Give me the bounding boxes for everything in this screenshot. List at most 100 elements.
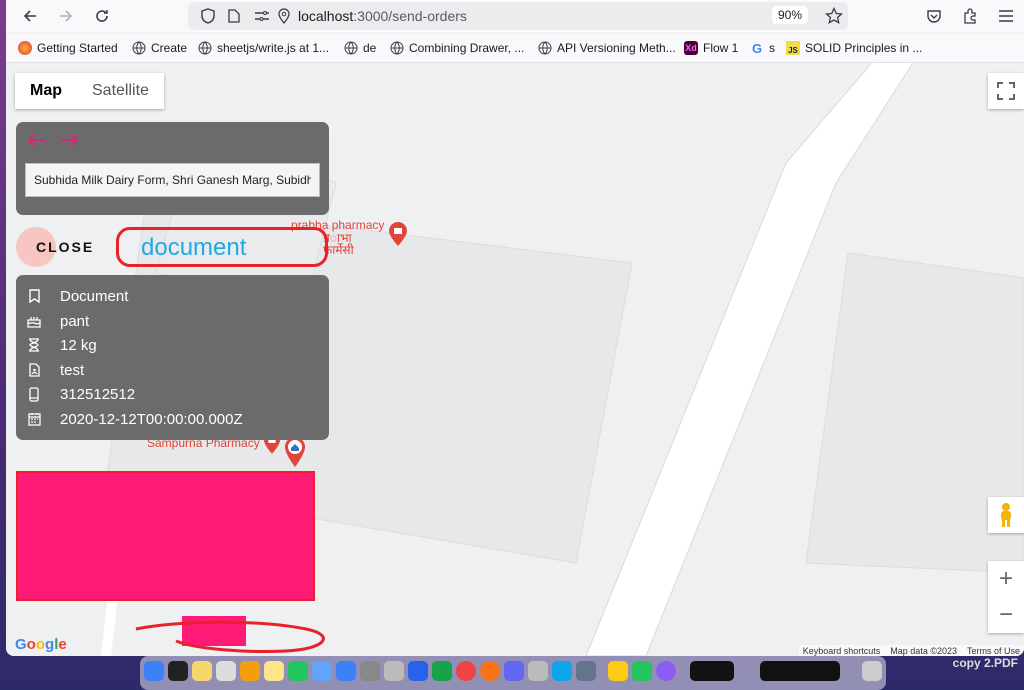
terminal-icon[interactable] (168, 661, 188, 681)
sequel-icon[interactable] (552, 661, 572, 681)
order-details-panel: Document pant 12 kg test 312512512 2020-… (16, 275, 329, 440)
file-icon (26, 361, 42, 379)
pharmacy-pin-icon[interactable] (388, 221, 408, 252)
permissions-icon[interactable] (250, 4, 274, 28)
keyboard-shortcuts-link[interactable]: Keyboard shortcuts (803, 646, 881, 656)
bookmark-item[interactable]: Create (132, 41, 187, 55)
map-canvas[interactable]: Map Satellite prabha pharmacy प्र◌ाभा फा… (6, 63, 1024, 656)
settings-icon[interactable] (360, 661, 380, 681)
viber-icon[interactable] (656, 661, 676, 681)
globe-icon (538, 41, 552, 55)
zoom-out-button[interactable]: − (988, 597, 1024, 633)
keynote-icon[interactable] (312, 661, 332, 681)
firefox-icon (18, 41, 32, 55)
browser-window: localhost:3000/send-orders 90% Getting S… (6, 0, 1024, 656)
bookmarks-bar: Getting Started Create sheetjs/write.js … (6, 34, 1024, 63)
photos-icon[interactable] (240, 661, 260, 681)
messages-icon[interactable] (432, 661, 452, 681)
extensions-icon[interactable] (958, 4, 982, 28)
map-type-toggle: Map Satellite (15, 73, 164, 109)
zoom-in-button[interactable]: + (988, 561, 1024, 597)
firefox-dock-icon[interactable] (480, 661, 500, 681)
globe-icon (344, 41, 358, 55)
bookmark-item[interactable]: JS SOLID Principles in ... (786, 41, 922, 55)
trash-icon[interactable] (862, 661, 882, 681)
bookmark-label: API Versioning Meth... (557, 41, 676, 55)
bookmark-label: SOLID Principles in ... (805, 41, 923, 55)
fullscreen-button[interactable] (988, 73, 1024, 109)
pegman-button[interactable] (988, 497, 1024, 533)
bookmark-label: Getting Started (37, 41, 118, 55)
detail-text: test (60, 361, 85, 379)
simulator-icon[interactable] (576, 661, 596, 681)
macos-dock (140, 656, 886, 690)
reload-icon[interactable] (90, 4, 114, 28)
vscode-icon[interactable] (408, 661, 428, 681)
url-text[interactable]: localhost:3000/send-orders (298, 8, 467, 24)
bookmark-item[interactable]: Getting Started (18, 41, 118, 55)
detail-text: 312512512 (60, 385, 136, 403)
home-pin-icon[interactable] (284, 436, 306, 473)
map-type-map-button[interactable]: Map (15, 73, 77, 109)
annotation-text: document (141, 234, 247, 261)
teams-icon[interactable] (504, 661, 524, 681)
url-path: :3000/send-orders (353, 8, 467, 24)
reminders-icon[interactable] (216, 661, 236, 681)
app-store-icon[interactable] (336, 661, 356, 681)
star-icon[interactable] (822, 4, 846, 28)
pocket-icon[interactable] (922, 4, 946, 28)
detail-text: pant (60, 312, 90, 330)
shield-icon[interactable] (196, 4, 220, 28)
menu-icon[interactable] (994, 4, 1018, 28)
window-thumbnail[interactable] (690, 661, 734, 681)
globe-icon (198, 41, 212, 55)
address-input[interactable] (25, 163, 320, 197)
annotation-scribble (135, 620, 325, 654)
google-icon: G (751, 40, 763, 56)
help-icon[interactable] (384, 661, 404, 681)
arrow-left-icon[interactable] (27, 130, 46, 153)
numbers-icon[interactable] (288, 661, 308, 681)
location-icon[interactable] (272, 4, 296, 28)
desktop-file-label[interactable]: copy 2.PDF (953, 656, 1018, 670)
bookmark-item[interactable]: Combining Drawer, ... (390, 41, 524, 55)
finder-icon[interactable] (144, 661, 164, 681)
map-type-satellite-button[interactable]: Satellite (77, 73, 164, 109)
detail-text: 12 kg (60, 336, 97, 354)
bookmark-label: sheetjs/write.js at 1... (217, 41, 330, 55)
detail-row-note: test (26, 359, 84, 381)
window-thumbnail[interactable] (760, 661, 840, 681)
forward-icon[interactable] (54, 4, 78, 28)
hourglass-icon (26, 336, 42, 354)
app-icon[interactable] (608, 661, 628, 681)
fullscreen-icon (997, 82, 1015, 100)
close-button[interactable]: CLOSE (16, 227, 102, 267)
pegman-icon (1001, 503, 1011, 527)
detail-text: Document (60, 287, 129, 305)
bookmark-item[interactable]: API Versioning Meth... (538, 41, 676, 55)
bookmark-item[interactable]: de (344, 41, 376, 55)
bookmark-label: Create (151, 41, 188, 55)
help-icon[interactable] (528, 661, 548, 681)
xd-icon: Xd (684, 41, 698, 55)
detail-text: 2020-12-12T00:00:00.000Z (60, 410, 243, 428)
bookmark-label: s (769, 41, 775, 55)
back-icon[interactable] (18, 4, 42, 28)
map-data-label: Map data ©2023 (890, 646, 957, 656)
google-logo: Google (15, 636, 67, 653)
url-host: localhost (298, 8, 354, 24)
bookmark-item[interactable]: G s (750, 40, 775, 56)
app-icon[interactable] (632, 661, 652, 681)
notes-icon[interactable] (192, 661, 212, 681)
bookmark-item[interactable]: sheetjs/write.js at 1... (198, 41, 329, 55)
arrow-right-icon[interactable] (60, 130, 79, 153)
zoom-level[interactable]: 90% (772, 6, 809, 24)
zoom-control: + − (988, 561, 1024, 633)
url-bar[interactable]: localhost:3000/send-orders 90% (188, 2, 848, 30)
chrome-icon[interactable] (456, 661, 476, 681)
bookmark-item[interactable]: Xd Flow 1 (684, 41, 738, 55)
terms-link[interactable]: Terms of Use (967, 646, 1020, 656)
browser-toolbar: localhost:3000/send-orders 90% (6, 0, 1024, 32)
annotation-document: document (116, 227, 328, 267)
pages-icon[interactable] (264, 661, 284, 681)
